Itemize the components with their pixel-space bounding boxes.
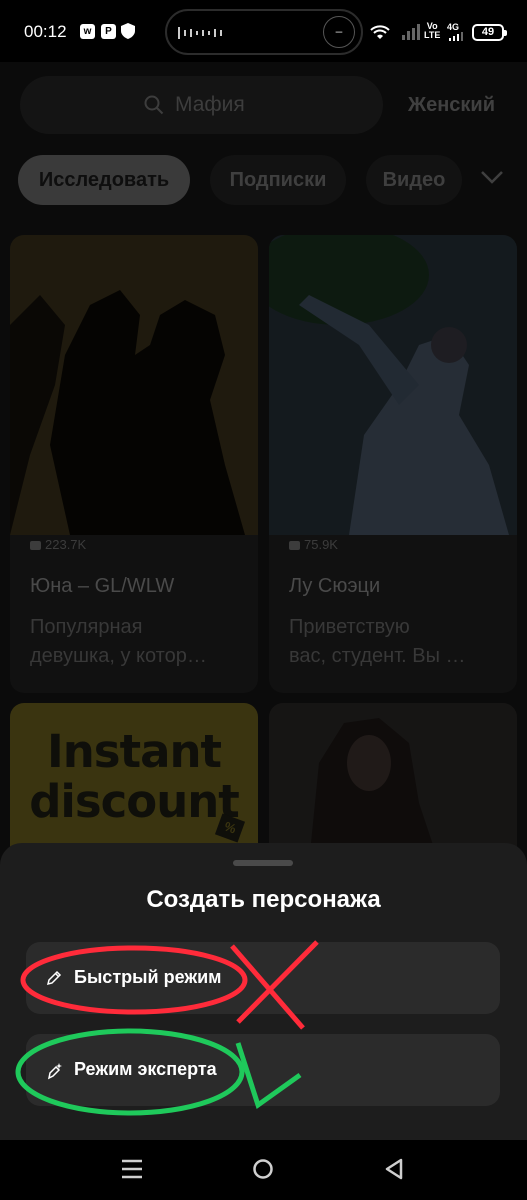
promo-card[interactable]: Instant discount %	[10, 703, 258, 863]
character-card[interactable]: 223.7K Юна – GL/WLW Популярная девушка, …	[10, 235, 258, 693]
shield-icon	[121, 23, 135, 39]
menu-icon[interactable]	[120, 1158, 144, 1180]
tab-explore[interactable]: Исследовать	[18, 155, 190, 205]
card-image	[269, 235, 517, 535]
audio-wave-icon	[178, 27, 222, 39]
wifi-icon	[370, 25, 390, 39]
back-icon[interactable]	[384, 1158, 404, 1180]
gender-filter[interactable]: Женский	[408, 94, 495, 117]
card-image	[269, 703, 517, 863]
chevron-down-icon[interactable]	[480, 169, 504, 185]
pencil-icon	[46, 970, 62, 986]
dynamic-island[interactable]: –	[165, 9, 363, 55]
card-desc-line: Популярная	[30, 616, 143, 638]
character-card[interactable]: 75.9K Лу Сюэци Приветствую вас, студент.…	[269, 235, 517, 693]
card-title: Лу Сюэци	[289, 575, 381, 597]
expert-mode-label: Режим эксперта	[74, 1059, 217, 1079]
system-nav-bar	[0, 1140, 527, 1200]
search-bar[interactable]: Мафия	[20, 76, 383, 134]
create-character-sheet: Создать персонажа Быстрый режим Режим эк…	[0, 843, 527, 1143]
character-card[interactable]	[269, 703, 517, 863]
app-notification-icon-2: P	[101, 24, 116, 39]
quick-mode-label: Быстрый режим	[74, 967, 222, 987]
chat-icon	[30, 541, 41, 550]
chat-icon	[289, 541, 300, 550]
network-type: 4G	[447, 22, 460, 32]
status-time: 00:12	[24, 22, 67, 41]
search-placeholder: Мафия	[175, 93, 245, 116]
search-icon	[144, 95, 164, 115]
category-tabs: Исследовать Подписки Видео	[0, 155, 527, 207]
card-title: Юна – GL/WLW	[30, 575, 175, 597]
island-control-button[interactable]: –	[323, 16, 355, 48]
card-desc-line: девушка, у котор…	[30, 645, 207, 667]
signal-icon-2	[449, 32, 463, 41]
battery-indicator: 49	[472, 24, 507, 41]
signal-icon	[402, 24, 420, 40]
expert-mode-option[interactable]: Режим эксперта	[26, 1034, 500, 1106]
views-count: 75.9K	[289, 537, 338, 552]
volte-label: Vo LTE	[424, 21, 441, 40]
views-count: 223.7K	[30, 537, 86, 552]
tab-subscriptions[interactable]: Подписки	[210, 155, 346, 205]
card-desc-line: вас, студент. Вы …	[289, 645, 466, 667]
magic-pen-icon	[47, 1063, 62, 1080]
home-icon[interactable]	[252, 1158, 274, 1180]
card-desc-line: Приветствую	[289, 616, 410, 638]
app-notification-icon: ᴡ	[80, 24, 95, 39]
promo-text-line: Instant	[47, 725, 222, 778]
status-bar: 00:12 ᴡ P – Vo LTE 4G 49	[0, 0, 527, 62]
sheet-drag-handle[interactable]	[233, 860, 293, 866]
tab-video[interactable]: Видео	[366, 155, 462, 205]
quick-mode-option[interactable]: Быстрый режим	[26, 942, 500, 1014]
sheet-title: Создать персонажа	[146, 886, 381, 913]
card-image	[10, 235, 258, 535]
